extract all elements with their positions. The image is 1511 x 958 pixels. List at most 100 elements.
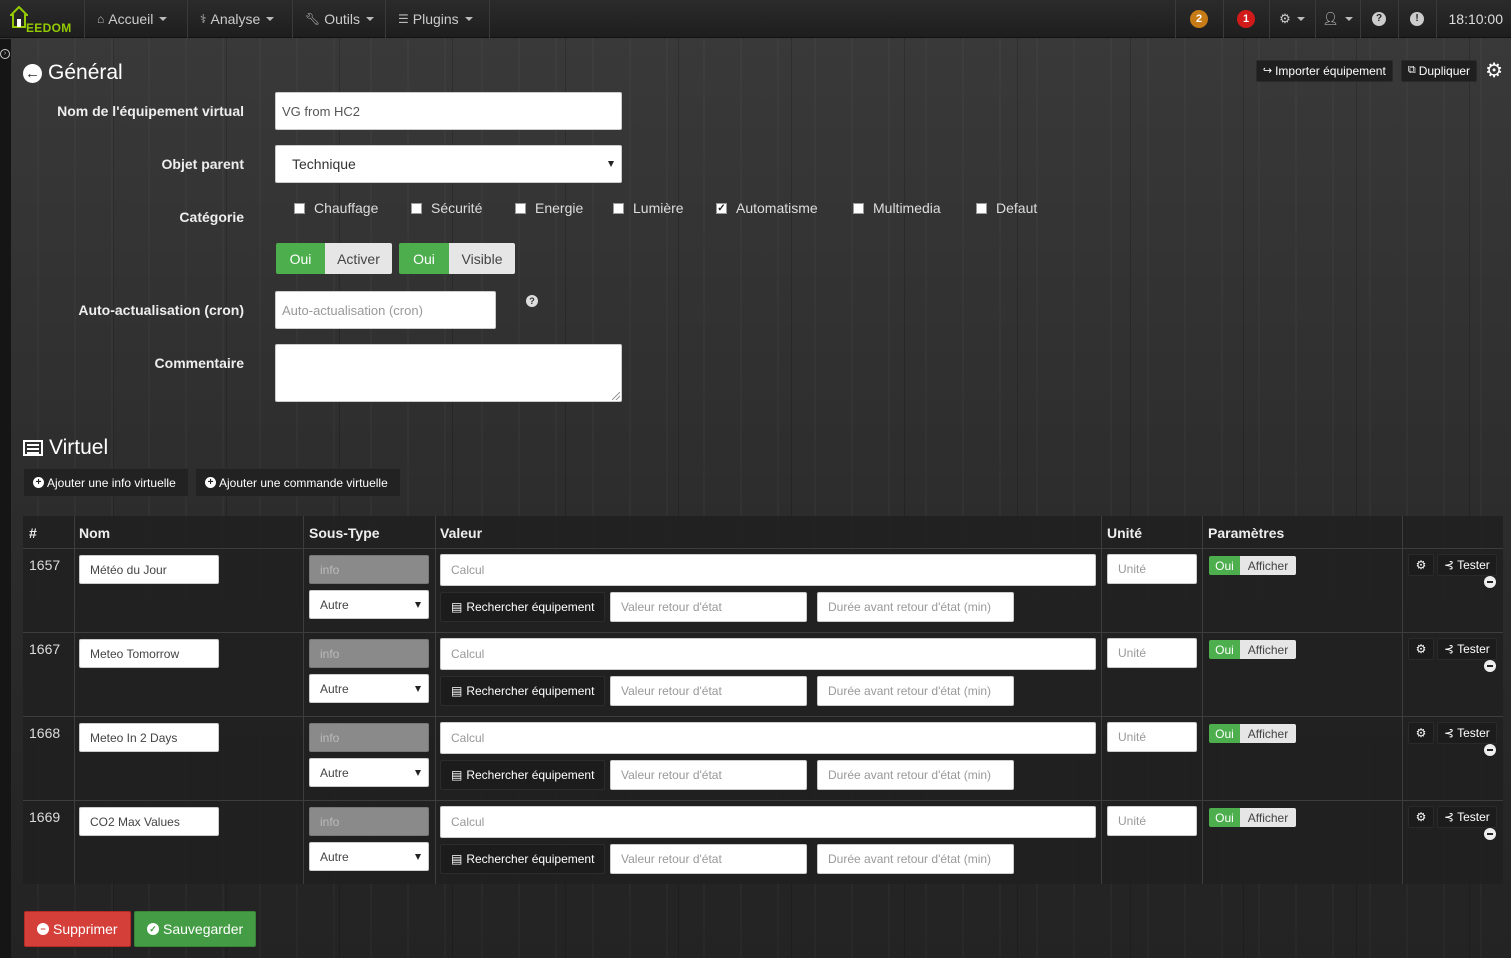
checkbox-checked[interactable]: ✓: [716, 202, 727, 214]
report-button[interactable]: !: [1397, 0, 1436, 38]
checkbox[interactable]: [853, 202, 864, 214]
test-button[interactable]: ⊰ Tester: [1437, 806, 1497, 828]
checkbox[interactable]: [294, 202, 305, 214]
display-on[interactable]: Oui: [1209, 640, 1240, 659]
display-label[interactable]: Afficher: [1240, 724, 1296, 743]
resize-handle-icon[interactable]: [612, 392, 620, 400]
search-equipment-button[interactable]: ▤ Rechercher équipement: [440, 760, 606, 790]
category-defaut[interactable]: Defaut: [976, 200, 1056, 216]
display-on[interactable]: Oui: [1209, 724, 1240, 743]
display-label[interactable]: Afficher: [1240, 808, 1296, 827]
equipment-name-input[interactable]: VG from HC2: [275, 92, 622, 130]
display-on[interactable]: Oui: [1209, 556, 1240, 575]
test-button[interactable]: ⊰ Tester: [1437, 554, 1497, 576]
command-name-input[interactable]: Meteo Tomorrow: [79, 639, 219, 668]
checkbox[interactable]: [976, 202, 987, 214]
category-lumiere[interactable]: Lumière: [613, 200, 716, 216]
checkbox[interactable]: [515, 202, 526, 214]
remove-row-icon[interactable]: [1484, 744, 1496, 756]
command-name-input[interactable]: CO2 Max Values: [79, 807, 219, 836]
message-notification[interactable]: 1: [1222, 0, 1269, 38]
save-button[interactable]: ✓ Sauvegarder: [134, 911, 257, 947]
unit-input[interactable]: Unité: [1107, 806, 1197, 836]
comment-textarea[interactable]: [275, 344, 622, 402]
display-toggle[interactable]: Oui Afficher: [1209, 724, 1296, 743]
parent-object-select[interactable]: Technique: [275, 145, 622, 183]
display-label[interactable]: Afficher: [1240, 640, 1296, 659]
unit-input[interactable]: Unité: [1107, 638, 1197, 668]
expand-arrow-icon[interactable]: ›: [0, 49, 10, 59]
remove-row-icon[interactable]: [1484, 576, 1496, 588]
subtype-select[interactable]: Autre: [309, 758, 429, 787]
duplicate-button[interactable]: ⧉ Dupliquer: [1400, 59, 1478, 82]
user-menu[interactable]: 👤︎: [1314, 0, 1360, 38]
visible-label[interactable]: Visible: [449, 243, 515, 274]
remove-row-icon[interactable]: [1484, 828, 1496, 840]
subtype-select[interactable]: Autre: [309, 842, 429, 871]
category-securite[interactable]: Sécurité: [411, 200, 515, 216]
display-on[interactable]: Oui: [1209, 808, 1240, 827]
category-energie[interactable]: Energie: [515, 200, 613, 216]
general-heading: ← Général: [23, 61, 123, 85]
category-automatisme[interactable]: ✓ Automatisme: [716, 200, 853, 216]
help-button[interactable]: ?: [1359, 0, 1398, 38]
command-name-input[interactable]: Météo du Jour: [79, 555, 219, 584]
configure-button[interactable]: ⚙: [1408, 806, 1434, 828]
cron-input[interactable]: Auto-actualisation (cron): [275, 291, 496, 329]
return-duration-input[interactable]: Durée avant retour d'état (min): [817, 844, 1014, 874]
configure-button[interactable]: ⚙: [1408, 638, 1434, 660]
display-label[interactable]: Afficher: [1240, 556, 1296, 575]
search-equipment-button[interactable]: ▤ Rechercher équipement: [440, 844, 606, 874]
subtype-select[interactable]: Autre: [309, 590, 429, 619]
import-equipment-button[interactable]: ↪ Importer équipement: [1255, 59, 1393, 82]
configure-button[interactable]: ⚙: [1408, 554, 1434, 576]
menu-label: Outils: [324, 11, 361, 27]
enable-label[interactable]: Activer: [325, 243, 392, 274]
settings-menu[interactable]: ⚙: [1268, 0, 1315, 38]
menu-accueil[interactable]: ⌂ Accueil: [84, 0, 187, 38]
calc-input[interactable]: Calcul: [440, 806, 1096, 838]
search-equipment-button[interactable]: ▤ Rechercher équipement: [440, 592, 606, 622]
enable-toggle[interactable]: Oui Activer: [276, 243, 392, 274]
test-button[interactable]: ⊰ Tester: [1437, 722, 1497, 744]
visible-toggle[interactable]: Oui Visible: [399, 243, 515, 274]
calc-input[interactable]: Calcul: [440, 554, 1096, 586]
calc-input[interactable]: Calcul: [440, 638, 1096, 670]
test-button[interactable]: ⊰ Tester: [1437, 638, 1497, 660]
add-command-button[interactable]: + Ajouter une commande virtuelle: [195, 468, 401, 497]
return-duration-input[interactable]: Durée avant retour d'état (min): [817, 676, 1014, 706]
return-duration-input[interactable]: Durée avant retour d'état (min): [817, 760, 1014, 790]
back-arrow-icon[interactable]: ←: [23, 63, 42, 83]
category-multimedia[interactable]: Multimedia: [853, 200, 976, 216]
subtype-select[interactable]: Autre: [309, 674, 429, 703]
return-value-input[interactable]: Valeur retour d'état: [610, 676, 807, 706]
return-value-input[interactable]: Valeur retour d'état: [610, 592, 807, 622]
unit-input[interactable]: Unité: [1107, 554, 1197, 584]
remove-row-icon[interactable]: [1484, 660, 1496, 672]
search-equipment-button[interactable]: ▤ Rechercher équipement: [440, 676, 606, 706]
visible-on[interactable]: Oui: [399, 243, 449, 274]
cogs-icon[interactable]: ⚙: [1485, 58, 1503, 83]
add-info-button[interactable]: + Ajouter une info virtuelle: [23, 468, 189, 497]
checkbox[interactable]: [613, 202, 624, 214]
menu-outils[interactable]: 🔧︎ Outils: [292, 0, 385, 38]
configure-button[interactable]: ⚙: [1408, 722, 1434, 744]
menu-plugins[interactable]: ☰ Plugins: [385, 0, 490, 38]
return-duration-input[interactable]: Durée avant retour d'état (min): [817, 592, 1014, 622]
display-toggle[interactable]: Oui Afficher: [1209, 640, 1296, 659]
calc-input[interactable]: Calcul: [440, 722, 1096, 754]
enable-on[interactable]: Oui: [276, 243, 325, 274]
display-toggle[interactable]: Oui Afficher: [1209, 556, 1296, 575]
display-toggle[interactable]: Oui Afficher: [1209, 808, 1296, 827]
menu-analyse[interactable]: ⚕ Analyse: [187, 0, 292, 38]
jeedom-logo[interactable]: EEDOM: [8, 4, 78, 35]
unit-input[interactable]: Unité: [1107, 722, 1197, 752]
update-notification[interactable]: 2: [1174, 0, 1223, 38]
question-circle-icon[interactable]: ?: [526, 295, 538, 307]
command-name-input[interactable]: Meteo In 2 Days: [79, 723, 219, 752]
return-value-input[interactable]: Valeur retour d'état: [610, 844, 807, 874]
checkbox[interactable]: [411, 202, 422, 214]
category-chauffage[interactable]: Chauffage: [294, 200, 411, 216]
delete-button[interactable]: − Supprimer: [24, 911, 131, 947]
return-value-input[interactable]: Valeur retour d'état: [610, 760, 807, 790]
